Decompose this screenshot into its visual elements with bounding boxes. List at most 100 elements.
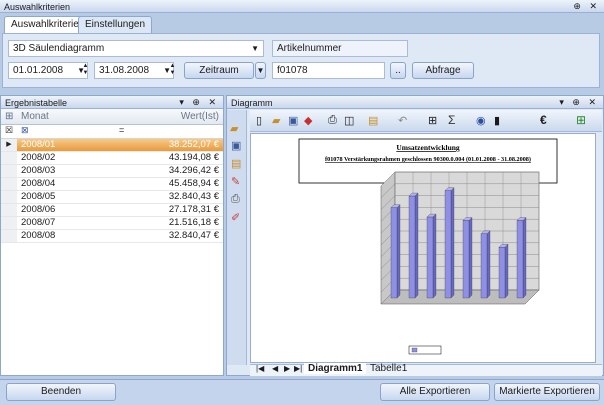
pencil-icon[interactable]: ✐ [231,211,240,224]
cell-month: 2008/08 [21,230,56,241]
row-selector[interactable] [1,217,17,229]
browse-button[interactable]: .. [390,62,406,79]
table-row[interactable]: 2008/05 32.840,43 € [1,191,223,204]
first-sheet-icon[interactable]: |◀ [256,364,264,373]
export-icon[interactable]: ▤ [231,157,241,170]
sheet-tab-tabelle1[interactable]: Tabelle1 [366,363,411,374]
save-toolbar-icon[interactable]: ▣ [288,114,298,127]
cell-value: 38.252,07 € [168,139,219,150]
next-sheet-icon[interactable]: ▶ [284,364,290,373]
layout-icon[interactable]: ⊞ [576,113,586,127]
date-to-field[interactable]: 31.08.2008 ▼ [94,62,174,79]
row-selector[interactable] [1,178,17,190]
cell-value: 32.840,43 € [168,191,219,202]
table-row[interactable]: ▶ 2008/01 38.252,07 € [1,139,223,152]
cell-month: 2008/01 [21,139,56,150]
cell-month: 2008/04 [21,178,56,189]
undo-icon[interactable]: ↶ [398,114,407,127]
table-row[interactable]: 2008/03 34.296,42 € [1,165,223,178]
chart-bar [408,195,416,299]
table-icon[interactable]: ⊞ [428,114,437,127]
date-to-value: 31.08.2008 [99,65,150,76]
cell-value: 21.516,18 € [168,217,219,228]
browse-button-label: .. [395,65,401,76]
print-toolbar-icon[interactable]: ⎙ [328,114,337,127]
row-selector-arrow-icon[interactable]: ▶ [1,139,17,151]
row-selector[interactable] [1,204,17,216]
open-icon[interactable]: ▰ [272,114,280,127]
save-icon[interactable]: ▣ [231,139,241,152]
chart-bar-side [522,217,527,299]
chart-bar [444,190,452,299]
filter-row: ☒ ⊠ = [1,125,223,139]
help-icon[interactable]: ◉ [476,114,486,127]
export-marked-button[interactable]: Markierte Exportieren [494,383,600,401]
filter-month-icon[interactable]: ⊠ [21,125,29,136]
results-column-header: ⊞ Monat Wert(Ist) [1,109,223,125]
chevron-down-icon: ▼ [251,44,259,53]
edit-icon[interactable]: ✎ [231,175,240,188]
cell-month: 2008/03 [21,165,56,176]
sum-icon[interactable]: Σ [448,113,455,127]
table-row[interactable]: 2008/07 21.516,18 € [1,217,223,230]
open-folder-icon[interactable]: ▰ [230,122,238,135]
grid-settings-icon[interactable]: ⊞ [5,111,13,122]
chart-svg: Umsatzentwicklung f01078 Verstärkungsrah… [298,138,558,355]
row-selector[interactable] [1,191,17,203]
cell-value: 32.840,47 € [168,230,219,241]
last-sheet-icon[interactable]: ▶| [294,364,302,373]
sheet-tab-bar [250,364,602,376]
criteria-panel-title: Auswahlkriterien [4,2,71,12]
chart-bar [516,220,524,299]
print-preview-icon[interactable]: ◫ [344,114,354,127]
book-icon[interactable]: ▮ [494,114,500,127]
sheet-tab-diagramm1[interactable]: Diagramm1 [304,363,367,374]
chart-plot [380,171,540,355]
pdf-icon[interactable]: ◆ [304,114,312,127]
table-row[interactable]: 2008/08 32.840,47 € [1,230,223,243]
euro-icon[interactable]: € [540,113,547,127]
close-button[interactable]: Beenden [6,383,116,401]
article-number-input[interactable]: f01078 [272,62,385,79]
print-icon[interactable]: ⎙ [231,193,240,206]
chart-bar-side [468,217,473,299]
copy-icon[interactable]: ▤ [368,114,378,127]
cell-value: 45.458,94 € [168,178,219,189]
cell-month: 2008/07 [21,217,56,228]
filter-value-operator[interactable]: = [119,125,124,135]
chart-type-value: 3D Säulendiagramm [13,43,105,54]
criteria-panel-controls[interactable]: ⊕ ✕ [573,0,600,12]
tab-einstellungen[interactable]: Einstellungen [78,16,153,33]
column-header-month[interactable]: Monat [21,111,49,122]
row-selector[interactable] [1,230,17,242]
row-selector[interactable] [1,165,17,177]
chart-legend-swatch [411,347,418,353]
column-header-value[interactable]: Wert(Ist) [181,111,219,122]
chart-bar [480,233,488,299]
filter-clear-icon[interactable]: ☒ [5,125,13,136]
table-row[interactable]: 2008/04 45.458,94 € [1,178,223,191]
results-panel-controls[interactable]: ▾ ⊕ ✕ [179,96,219,108]
date-to-spinner[interactable]: ▲ ▼ [168,63,177,78]
query-button-label: Abfrage [425,65,461,76]
period-dropdown-button[interactable]: ▼ [255,62,266,79]
table-row[interactable]: 2008/06 27.178,31 € [1,204,223,217]
chart-bar-side [432,213,437,299]
period-button[interactable]: Zeitraum [184,62,254,79]
diagram-panel-controls[interactable]: ▾ ⊕ ✕ [559,96,599,108]
query-button[interactable]: Abfrage [412,62,474,79]
chart-type-select[interactable]: 3D Säulendiagramm ▼ [8,40,264,57]
chart-bar-side [450,187,455,299]
chart-bar [390,207,398,299]
prev-sheet-icon[interactable]: ◀ [272,364,278,373]
table-row[interactable]: 2008/02 43.194,08 € [1,152,223,165]
article-number-value: f01078 [277,65,308,76]
cell-value: 43.194,08 € [168,152,219,163]
chart-bar [462,220,470,299]
date-from-spinner[interactable]: ▲ ▼ [81,63,90,78]
row-selector[interactable] [1,152,17,164]
new-document-icon[interactable]: ▯ [256,114,262,127]
chart-bar-side [414,192,419,299]
export-all-button[interactable]: Alle Exportieren [380,383,490,401]
date-from-field[interactable]: 01.01.2008 ▼ [8,62,88,79]
